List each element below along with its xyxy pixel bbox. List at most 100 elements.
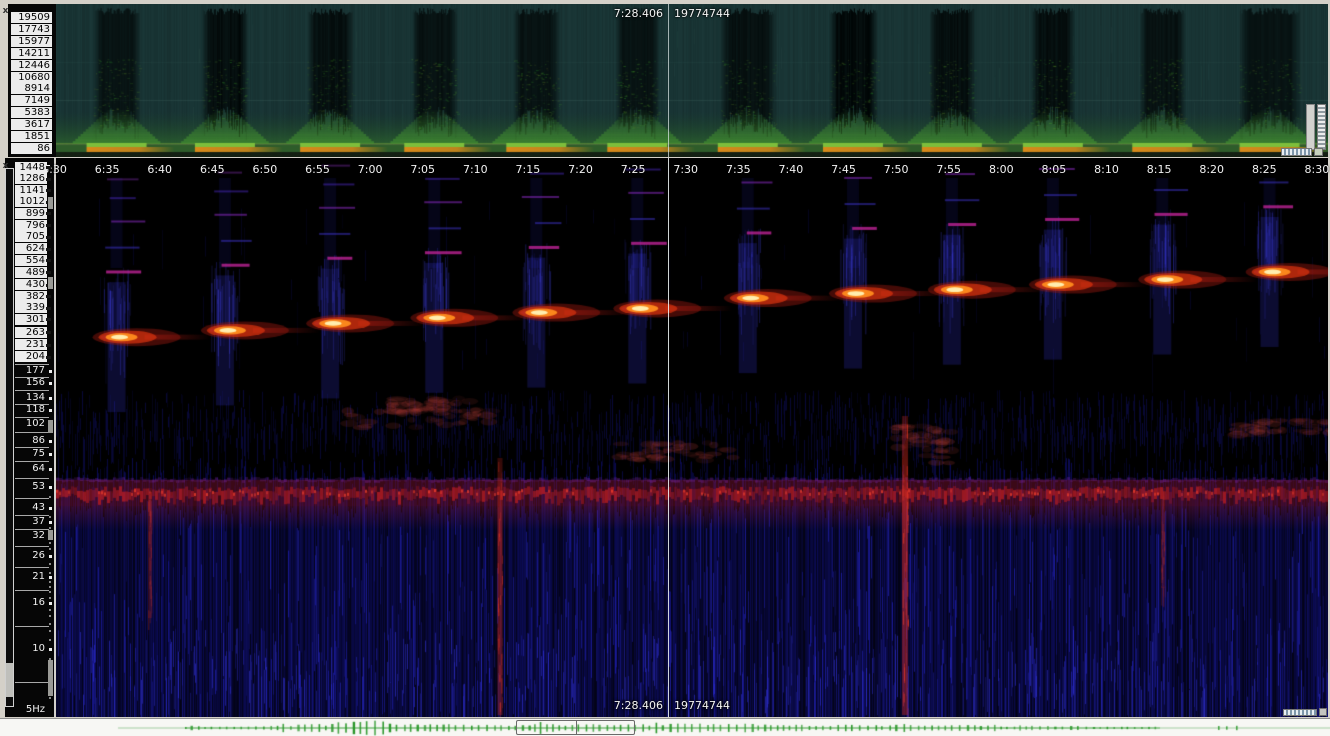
freq-scale-label: 15977	[11, 36, 52, 47]
scale-separator	[15, 682, 49, 683]
scale-separator	[15, 529, 49, 530]
horizontal-zoom-thumbwheel-top[interactable]	[1281, 148, 1312, 156]
freq-scale-label: 430	[15, 279, 47, 290]
freq-tick	[46, 318, 51, 321]
freq-tick	[49, 370, 52, 373]
freq-scale-label: 156	[14, 377, 47, 389]
freq-scale-label: 1012	[15, 196, 47, 207]
freq-tick	[49, 468, 52, 471]
playback-cursor-line-bottom	[668, 158, 669, 717]
scale-marker	[48, 197, 53, 209]
overview-playhead[interactable]	[576, 721, 577, 734]
freq-tick	[49, 555, 52, 558]
freq-minor-tick	[49, 586, 51, 588]
freq-scale-label: 204	[15, 351, 47, 362]
freq-scale-label: 53	[14, 481, 47, 493]
freq-scale-label: 19509	[11, 12, 52, 23]
scale-separator	[15, 567, 49, 568]
scale-separator	[15, 432, 49, 433]
freq-scale-label: 134	[14, 392, 47, 404]
freq-unit-label: 5Hz	[14, 704, 47, 716]
time-axis-label: 7:40	[779, 163, 804, 176]
freq-scale-label: 177	[14, 365, 47, 377]
freq-scale-label: 102	[14, 418, 47, 430]
freq-minor-tick	[49, 639, 51, 641]
playback-cursor-line-top	[668, 4, 669, 157]
scale-marker	[48, 660, 53, 696]
cursor-time-readout-top: 7:28.406	[520, 7, 663, 20]
freq-tick	[49, 440, 52, 443]
scale-separator	[15, 515, 49, 516]
freq-scale-label: 86	[11, 143, 52, 154]
spectrogram-canvas-top[interactable]	[56, 4, 1328, 157]
frequency-scale-top[interactable]: 1950917743159771421112446106808914714953…	[0, 0, 56, 157]
freq-tick	[49, 576, 52, 579]
freq-scale-label: 118	[14, 404, 47, 416]
spectrogram-canvas-bottom[interactable]	[56, 158, 1328, 717]
zoom-reset-button-top[interactable]	[1314, 148, 1323, 156]
freq-scale-label: 301	[15, 314, 47, 325]
freq-scale-label: 17743	[11, 24, 52, 35]
freq-tick	[49, 409, 52, 412]
time-axis-label: 6:45	[200, 163, 225, 176]
time-axis-label: 6:40	[147, 163, 172, 176]
time-axis-label: 6:50	[253, 163, 278, 176]
freq-tick	[46, 166, 51, 169]
time-axis-label: 6:35	[95, 163, 120, 176]
freq-scale-label: 5383	[11, 107, 52, 118]
vertical-zoom-thumbwheel-top[interactable]	[1317, 104, 1326, 150]
overview-waveform-canvas[interactable]	[0, 719, 1330, 736]
frequency-scale-bottom[interactable]: 1448128611411012899796705624554489430382…	[0, 158, 56, 717]
time-axis-label: 7:00	[358, 163, 383, 176]
freq-tick	[49, 397, 52, 400]
scale-separator	[15, 404, 49, 405]
freq-scale-label: 1448	[15, 162, 47, 173]
freq-scale-label: 21	[14, 571, 47, 583]
freq-scale-label: 339	[15, 302, 47, 313]
freq-minor-tick	[49, 697, 51, 699]
scale-marker	[48, 277, 53, 289]
scale-separator	[15, 447, 49, 448]
scale-marker	[48, 530, 53, 540]
time-axis-label: 7:15	[516, 163, 541, 176]
freq-scale-label: 10	[14, 643, 47, 655]
freq-scale-label: 1141	[15, 185, 47, 196]
freq-scale-label: 554	[15, 255, 47, 266]
freq-scale-label: 7149	[11, 95, 52, 106]
freq-scale-label: 14211	[11, 48, 52, 59]
freq-tick	[49, 648, 52, 651]
freq-scale-label: 1851	[11, 131, 52, 142]
freq-minor-tick	[49, 615, 51, 617]
freq-tick	[49, 521, 52, 524]
time-axis-label: 8:00	[989, 163, 1014, 176]
vertical-scroll-handle-top[interactable]	[1306, 104, 1315, 150]
time-axis-label: 8:20	[1199, 163, 1224, 176]
freq-minor-tick	[49, 591, 51, 593]
freq-scale-label: 12446	[11, 60, 52, 71]
freq-scale-label: 382	[15, 291, 47, 302]
freq-scale-label: 64	[14, 463, 47, 475]
freq-tick	[49, 453, 52, 456]
freq-scale-label: 10680	[11, 72, 52, 83]
overview-visible-region[interactable]	[516, 720, 635, 735]
zoom-reset-button-bottom[interactable]	[1319, 708, 1327, 716]
time-axis-label: 7:50	[884, 163, 909, 176]
time-axis-label: 7:05	[410, 163, 435, 176]
scale-separator	[15, 364, 49, 365]
time-axis-label: 6:55	[305, 163, 330, 176]
time-axis-label: 7:25	[621, 163, 646, 176]
freq-tick	[49, 507, 52, 510]
freq-scale-label: 231	[15, 339, 47, 350]
freq-scale-label: 263	[15, 327, 47, 338]
freq-tick	[46, 259, 51, 262]
overview-panner[interactable]	[0, 718, 1330, 736]
time-axis-label: 7:55	[936, 163, 961, 176]
freq-tick	[46, 271, 51, 274]
freq-scale-label: 86	[14, 435, 47, 447]
horizontal-zoom-thumbwheel-bottom[interactable]	[1283, 709, 1317, 716]
time-axis-label: 7:10	[463, 163, 488, 176]
time-axis-label: 7:35	[726, 163, 751, 176]
freq-minor-tick	[49, 581, 51, 583]
freq-scale-label: 8914	[11, 83, 52, 94]
freq-scale-label: 3617	[11, 119, 52, 130]
